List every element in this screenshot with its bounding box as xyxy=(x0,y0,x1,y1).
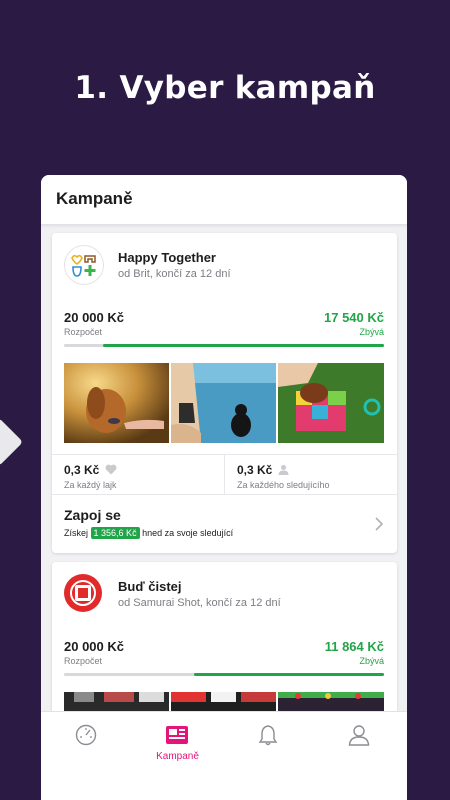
budget-label: Rozpočet xyxy=(64,656,103,666)
per-follower-value: 0,3 Kč xyxy=(237,463,273,477)
bell-icon xyxy=(258,725,278,746)
campaign-title: Buď čistej xyxy=(118,579,182,594)
remaining-label: Zbývá xyxy=(359,656,384,666)
per-follower-label: Za každého sledujícího xyxy=(237,480,330,490)
progress-fill xyxy=(103,344,384,347)
divider xyxy=(224,454,225,494)
remaining-value: 11 864 Kč xyxy=(324,639,384,654)
brand-logo xyxy=(64,574,102,612)
photo-dog-hand[interactable] xyxy=(64,363,169,443)
tab-campaigns[interactable]: Kampaně xyxy=(132,712,223,800)
per-like-label: Za každý lajk xyxy=(64,480,117,490)
join-title[interactable]: Zapoj se xyxy=(64,507,121,523)
budget-value: 20 000 Kč xyxy=(64,310,124,325)
campaign-title: Happy Together xyxy=(118,250,216,265)
divider xyxy=(52,494,397,495)
campaign-card[interactable]: Happy Together od Brit, končí za 12 dní … xyxy=(52,233,397,553)
progress-fill xyxy=(194,673,384,676)
campaign-subtitle: od Brit, končí za 12 dní xyxy=(118,268,231,280)
campaign-photos xyxy=(64,363,384,443)
brand-logo xyxy=(64,245,104,285)
campaigns-icon xyxy=(166,726,188,744)
campaign-subtitle: od Samurai Shot, končí za 12 dní xyxy=(118,597,281,609)
per-like-value: 0,3 Kč xyxy=(64,463,100,477)
join-prefix: Získej xyxy=(64,528,89,538)
join-description: Získej 1 356,6 Kč hned za svoje sledujíc… xyxy=(64,527,234,539)
budget-progress-bar xyxy=(64,344,384,347)
brit-logo-icon xyxy=(71,254,96,277)
person-icon xyxy=(278,465,289,475)
remaining-label: Zbývá xyxy=(359,327,384,337)
tab-dashboard[interactable] xyxy=(41,712,132,800)
app-bar: Kampaně xyxy=(41,175,407,225)
previous-slide-arrow[interactable] xyxy=(0,417,24,467)
reward-amount-badge: 1 356,6 Kč xyxy=(90,527,140,539)
remaining-value: 17 540 Kč xyxy=(324,310,384,325)
budget-value: 20 000 Kč xyxy=(64,639,124,654)
tab-profile[interactable] xyxy=(314,712,405,800)
tab-label: Kampaně xyxy=(156,751,199,762)
profile-icon xyxy=(348,725,370,746)
dashboard-gauge-icon xyxy=(75,724,97,746)
chevron-right-icon[interactable] xyxy=(375,517,383,531)
tab-notifications[interactable] xyxy=(223,712,314,800)
promo-title: 1. Vyber kampaň xyxy=(74,70,376,106)
heart-icon xyxy=(105,464,117,475)
per-follower-stat: 0,3 Kč xyxy=(237,463,289,477)
budget-label: Rozpočet xyxy=(64,327,103,337)
phone-screen: Kampaně Happy Together od Brit, končí za… xyxy=(41,175,407,800)
join-suffix: hned za svoje sledující xyxy=(142,528,234,538)
per-like-stat: 0,3 Kč xyxy=(64,463,117,477)
budget-progress-bar xyxy=(64,673,384,676)
bottom-tab-bar: Kampaně xyxy=(41,711,407,800)
photo-dog-blanket[interactable] xyxy=(278,363,384,443)
photo-dog-lake[interactable] xyxy=(171,363,276,443)
page-title: Kampaně xyxy=(56,189,133,208)
